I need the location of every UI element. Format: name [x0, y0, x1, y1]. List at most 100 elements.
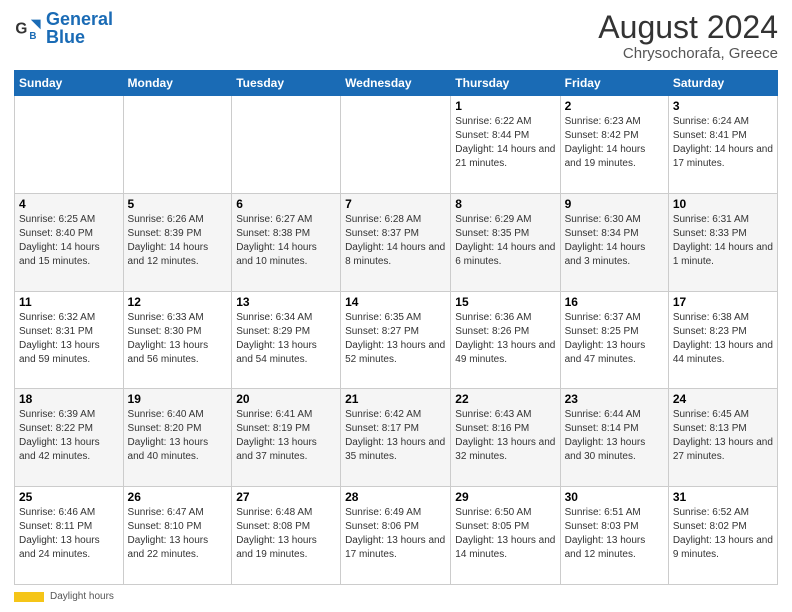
title-block: August 2024 Chrysochorafa, Greece — [598, 10, 778, 62]
day-number: 11 — [19, 295, 119, 309]
day-info: Sunrise: 6:45 AM Sunset: 8:13 PM Dayligh… — [673, 408, 773, 464]
weekday-header-saturday: Saturday — [668, 71, 777, 96]
svg-text:B: B — [29, 31, 36, 42]
calendar-cell: 23 Sunrise: 6:44 AM Sunset: 8:14 PM Dayli… — [560, 389, 668, 487]
calendar-cell: 10 Sunrise: 6:31 AM Sunset: 8:33 PM Dayli… — [668, 193, 777, 291]
day-info: Sunrise: 6:34 AM Sunset: 8:29 PM Dayligh… — [236, 311, 336, 367]
calendar-cell — [123, 96, 232, 194]
calendar-cell — [341, 96, 451, 194]
day-info: Sunrise: 6:22 AM Sunset: 8:44 PM Dayligh… — [455, 115, 555, 171]
calendar-cell: 17 Sunrise: 6:38 AM Sunset: 8:23 PM Dayli… — [668, 291, 777, 389]
calendar-table: SundayMondayTuesdayWednesdayThursdayFrid… — [14, 70, 778, 585]
day-info: Sunrise: 6:43 AM Sunset: 8:16 PM Dayligh… — [455, 408, 555, 464]
main-title: August 2024 — [598, 10, 778, 45]
day-info: Sunrise: 6:47 AM Sunset: 8:10 PM Dayligh… — [128, 506, 228, 562]
day-info: Sunrise: 6:30 AM Sunset: 8:34 PM Dayligh… — [565, 213, 664, 269]
calendar-cell: 16 Sunrise: 6:37 AM Sunset: 8:25 PM Dayli… — [560, 291, 668, 389]
svg-text:G: G — [15, 21, 27, 38]
day-info: Sunrise: 6:50 AM Sunset: 8:05 PM Dayligh… — [455, 506, 555, 562]
calendar-cell — [232, 96, 341, 194]
day-info: Sunrise: 6:38 AM Sunset: 8:23 PM Dayligh… — [673, 311, 773, 367]
day-info: Sunrise: 6:41 AM Sunset: 8:19 PM Dayligh… — [236, 408, 336, 464]
day-info: Sunrise: 6:25 AM Sunset: 8:40 PM Dayligh… — [19, 213, 119, 269]
day-number: 30 — [565, 490, 664, 504]
day-number: 29 — [455, 490, 555, 504]
day-info: Sunrise: 6:35 AM Sunset: 8:27 PM Dayligh… — [345, 311, 446, 367]
day-number: 5 — [128, 197, 228, 211]
day-number: 6 — [236, 197, 336, 211]
subtitle: Chrysochorafa, Greece — [598, 45, 778, 62]
day-number: 1 — [455, 99, 555, 113]
day-number: 17 — [673, 295, 773, 309]
day-number: 23 — [565, 392, 664, 406]
day-info: Sunrise: 6:31 AM Sunset: 8:33 PM Dayligh… — [673, 213, 773, 269]
calendar-cell: 2 Sunrise: 6:23 AM Sunset: 8:42 PM Daylig… — [560, 96, 668, 194]
calendar-cell — [15, 96, 124, 194]
day-number: 16 — [565, 295, 664, 309]
day-info: Sunrise: 6:48 AM Sunset: 8:08 PM Dayligh… — [236, 506, 336, 562]
day-info: Sunrise: 6:23 AM Sunset: 8:42 PM Dayligh… — [565, 115, 664, 171]
calendar-cell: 28Sunrise: 6:49 AM Sunset: 8:06 PM Dayli… — [341, 487, 451, 585]
day-number: 20 — [236, 392, 336, 406]
day-number: 18 — [19, 392, 119, 406]
day-number: 9 — [565, 197, 664, 211]
day-number: 22 — [455, 392, 555, 406]
calendar-cell: 5Sunrise: 6:26 AM Sunset: 8:39 PM Daylig… — [123, 193, 232, 291]
calendar-cell: 15Sunrise: 6:36 AM Sunset: 8:26 PM Dayli… — [451, 291, 560, 389]
day-info: Sunrise: 6:44 AM Sunset: 8:14 PM Dayligh… — [565, 408, 664, 464]
weekday-header-sunday: Sunday — [15, 71, 124, 96]
calendar-cell: 27 Sunrise: 6:48 AM Sunset: 8:08 PM Dayli… — [232, 487, 341, 585]
daylight-label: Daylight hours — [50, 591, 114, 602]
calendar-cell: 26 Sunrise: 6:47 AM Sunset: 8:10 PM Dayli… — [123, 487, 232, 585]
weekday-header-thursday: Thursday — [451, 71, 560, 96]
day-number: 8 — [455, 197, 555, 211]
day-info: Sunrise: 6:46 AM Sunset: 8:11 PM Dayligh… — [19, 506, 119, 562]
day-number: 26 — [128, 490, 228, 504]
day-number: 19 — [128, 392, 228, 406]
day-info: Sunrise: 6:52 AM Sunset: 8:02 PM Dayligh… — [673, 506, 773, 562]
calendar-cell: 20 Sunrise: 6:41 AM Sunset: 8:19 PM Dayli… — [232, 389, 341, 487]
calendar-cell: 31 Sunrise: 6:52 AM Sunset: 8:02 PM Dayli… — [668, 487, 777, 585]
calendar-cell: 18 Sunrise: 6:39 AM Sunset: 8:22 PM Dayli… — [15, 389, 124, 487]
page: G B General Blue August 2024 Chrysochora… — [0, 0, 792, 612]
weekday-header-wednesday: Wednesday — [341, 71, 451, 96]
logo-blue: Blue — [46, 27, 85, 47]
day-number: 10 — [673, 197, 773, 211]
day-info: Sunrise: 6:37 AM Sunset: 8:25 PM Dayligh… — [565, 311, 664, 367]
calendar-cell: 21Sunrise: 6:42 AM Sunset: 8:17 PM Dayli… — [341, 389, 451, 487]
day-info: Sunrise: 6:32 AM Sunset: 8:31 PM Dayligh… — [19, 311, 119, 367]
calendar-cell: 12Sunrise: 6:33 AM Sunset: 8:30 PM Dayli… — [123, 291, 232, 389]
calendar-cell: 1 Sunrise: 6:22 AM Sunset: 8:44 PM Daylig… — [451, 96, 560, 194]
day-number: 4 — [19, 197, 119, 211]
daylight-bar-icon — [14, 592, 44, 602]
logo-text: General Blue — [46, 10, 113, 46]
day-info: Sunrise: 6:24 AM Sunset: 8:41 PM Dayligh… — [673, 115, 773, 171]
logo: G B General Blue — [14, 10, 113, 46]
calendar-cell: 13 Sunrise: 6:34 AM Sunset: 8:29 PM Dayli… — [232, 291, 341, 389]
day-number: 31 — [673, 490, 773, 504]
calendar-cell: 19 Sunrise: 6:40 AM Sunset: 8:20 PM Dayli… — [123, 389, 232, 487]
calendar-cell: 9 Sunrise: 6:30 AM Sunset: 8:34 PM Daylig… — [560, 193, 668, 291]
day-number: 7 — [345, 197, 446, 211]
day-number: 12 — [128, 295, 228, 309]
footer: Daylight hours — [14, 591, 778, 602]
day-info: Sunrise: 6:40 AM Sunset: 8:20 PM Dayligh… — [128, 408, 228, 464]
logo-general: General — [46, 9, 113, 29]
day-info: Sunrise: 6:39 AM Sunset: 8:22 PM Dayligh… — [19, 408, 119, 464]
calendar-cell: 29 Sunrise: 6:50 AM Sunset: 8:05 PM Dayli… — [451, 487, 560, 585]
day-number: 21 — [345, 392, 446, 406]
day-info: Sunrise: 6:29 AM Sunset: 8:35 PM Dayligh… — [455, 213, 555, 269]
calendar-cell: 4 Sunrise: 6:25 AM Sunset: 8:40 PM Daylig… — [15, 193, 124, 291]
day-number: 2 — [565, 99, 664, 113]
calendar-cell: 11 Sunrise: 6:32 AM Sunset: 8:31 PM Dayli… — [15, 291, 124, 389]
day-info: Sunrise: 6:51 AM Sunset: 8:03 PM Dayligh… — [565, 506, 664, 562]
logo-icon: G B — [14, 14, 42, 42]
header: G B General Blue August 2024 Chrysochora… — [14, 10, 778, 62]
day-number: 13 — [236, 295, 336, 309]
day-number: 27 — [236, 490, 336, 504]
day-number: 25 — [19, 490, 119, 504]
day-number: 28 — [345, 490, 446, 504]
day-number: 14 — [345, 295, 446, 309]
day-number: 15 — [455, 295, 555, 309]
weekday-header-tuesday: Tuesday — [232, 71, 341, 96]
